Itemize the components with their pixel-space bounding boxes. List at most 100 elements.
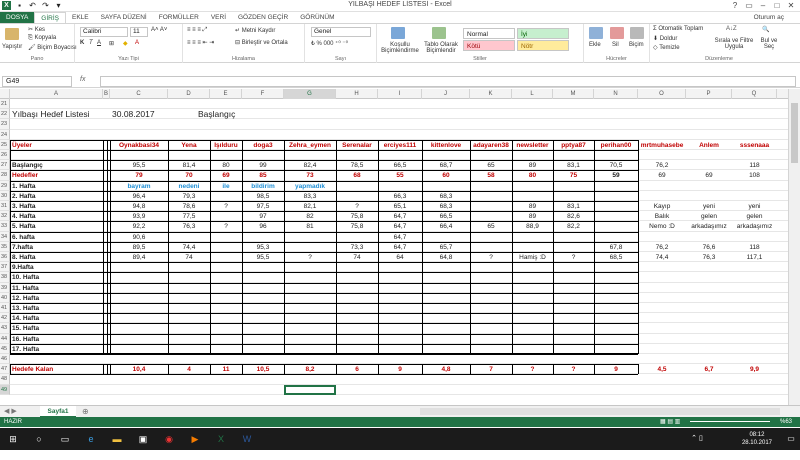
scrollbar-thumb[interactable] xyxy=(791,103,798,163)
format-cells-button[interactable]: Biçim xyxy=(629,42,644,48)
data-cell[interactable] xyxy=(638,182,686,192)
maximize-button[interactable]: □ xyxy=(770,0,784,11)
style-normal[interactable]: Normal xyxy=(463,28,515,39)
column-header-o[interactable]: O xyxy=(638,89,686,99)
cut-button[interactable]: ✂ Kes xyxy=(28,26,45,33)
column-header-h[interactable]: H xyxy=(336,89,378,99)
data-cell[interactable]: 69 xyxy=(686,171,732,181)
view-buttons-icon[interactable]: ▦ ▤ ▥ xyxy=(660,417,680,427)
column-header-i[interactable]: I xyxy=(378,89,422,99)
worksheet-grid[interactable]: 21 22 23 24 25 26 27 28 29 30 31 32 33 34 35 36 37 38 39 40… xyxy=(0,99,788,405)
sort-filter-icon[interactable]: A↓Z xyxy=(726,26,737,32)
help-icon[interactable]: ? xyxy=(728,0,742,11)
tab-insert[interactable]: EKLE xyxy=(66,12,95,23)
data-cell[interactable] xyxy=(686,182,732,192)
conditional-format-button[interactable]: Koşullu Biçimlendirme xyxy=(380,42,420,54)
row-header[interactable]: 31 xyxy=(0,201,10,212)
row-header[interactable]: 22 xyxy=(0,109,10,120)
data-cell[interactable] xyxy=(732,182,777,192)
tab-data[interactable]: VERİ xyxy=(205,12,232,23)
chrome-icon[interactable]: ◉ xyxy=(162,432,176,446)
excel-taskbar-icon[interactable]: X xyxy=(214,432,228,446)
font-color-icon[interactable]: A xyxy=(135,40,139,46)
member-name-cell[interactable]: Anlem xyxy=(686,141,732,151)
notification-icon[interactable]: ▭ xyxy=(784,432,798,446)
conditional-format-icon[interactable] xyxy=(391,27,405,39)
paste-icon[interactable] xyxy=(5,28,19,40)
tab-page-layout[interactable]: SAYFA DÜZENİ xyxy=(95,12,153,23)
data-cell[interactable]: Kayıp xyxy=(638,202,686,212)
data-cell[interactable]: 76,6 xyxy=(686,243,732,253)
data-cell[interactable]: 69 xyxy=(638,171,686,181)
row-header[interactable]: 25 xyxy=(0,139,10,150)
search-icon[interactable]: ○ xyxy=(32,432,46,446)
sort-filter-button[interactable]: Sırala ve Filtre Uygula xyxy=(714,38,754,50)
row-header[interactable]: 39 xyxy=(0,282,10,293)
horizontal-scrollbar[interactable] xyxy=(420,408,780,415)
row-header[interactable]: 33 xyxy=(0,221,10,232)
column-header-j[interactable]: J xyxy=(422,89,470,99)
fill-button[interactable]: ⬇ Doldur xyxy=(653,35,677,42)
font-size-box[interactable]: 11 xyxy=(130,27,148,37)
data-cell[interactable]: gelen xyxy=(686,212,732,222)
data-cell[interactable] xyxy=(638,192,686,202)
member-name-cell[interactable]: mrtmuhasebe xyxy=(638,141,686,151)
media-icon[interactable]: ▶ xyxy=(188,432,202,446)
sheet-nav-icon[interactable]: ◀ ▶ xyxy=(4,407,17,415)
row-header[interactable]: 32 xyxy=(0,211,10,222)
format-cells-icon[interactable] xyxy=(630,27,644,39)
underline-button[interactable]: A xyxy=(97,40,101,46)
row-header[interactable]: 24 xyxy=(0,129,10,140)
tab-home[interactable]: GİRİŞ xyxy=(34,12,66,23)
autosum-button[interactable]: Σ Otomatik Toplam xyxy=(653,26,703,32)
data-cell[interactable]: yeni xyxy=(686,202,732,212)
row-header[interactable]: 23 xyxy=(0,119,10,130)
sign-in-link[interactable]: Oturum aç xyxy=(754,12,784,23)
border-icon[interactable]: ⊞ xyxy=(109,40,114,47)
column-header-m[interactable]: M xyxy=(553,89,594,99)
style-bad[interactable]: Kötü xyxy=(463,40,515,51)
name-box[interactable]: G49 xyxy=(2,76,72,87)
formula-input[interactable] xyxy=(100,76,796,87)
align-top-icon[interactable]: ≡ ≡ ≡ ⤢ xyxy=(187,27,207,34)
column-header-l[interactable]: L xyxy=(512,89,553,99)
column-header-q[interactable]: Q xyxy=(732,89,777,99)
row-header[interactable]: 49 xyxy=(0,384,10,395)
row-header[interactable]: 26 xyxy=(0,150,10,161)
merge-center-button[interactable]: ⊟ Birleştir ve Ortala xyxy=(235,39,288,46)
sheet-date-cell[interactable]: 30.08.2017 xyxy=(110,110,190,120)
align-left-icon[interactable]: ≡ ≡ ≡ ⇤ ⇥ xyxy=(187,39,214,46)
copy-button[interactable]: ⎘ Kopyala xyxy=(28,35,56,42)
data-cell[interactable]: Nemo :D xyxy=(638,222,686,232)
select-all-corner[interactable] xyxy=(0,89,10,99)
bold-button[interactable]: K xyxy=(80,40,84,46)
column-header-f[interactable]: F xyxy=(242,89,284,99)
task-view-icon[interactable]: ▭ xyxy=(58,432,72,446)
system-tray-icon[interactable]: ⌃ ▯ ◖ xyxy=(690,432,704,456)
format-as-table-button[interactable]: Tablo Olarak Biçimlendir xyxy=(423,42,459,54)
row-header[interactable]: 42 xyxy=(0,313,10,324)
row-header[interactable]: 46 xyxy=(0,354,10,365)
delete-cells-icon[interactable] xyxy=(610,27,624,39)
italic-button[interactable]: T xyxy=(89,40,93,46)
column-header-k[interactable]: K xyxy=(470,89,512,99)
start-label-cell[interactable]: Başlangıç xyxy=(196,110,256,120)
data-cell[interactable]: 74,4 xyxy=(638,253,686,263)
format-painter-button[interactable]: 🖌 Biçim Boyacısı xyxy=(28,44,77,51)
data-cell[interactable]: 76,2 xyxy=(638,161,686,171)
minimize-button[interactable]: – xyxy=(756,0,770,11)
row-header[interactable]: 48 xyxy=(0,374,10,385)
find-select-button[interactable]: Bul ve Seç xyxy=(756,38,782,50)
data-cell[interactable] xyxy=(732,192,777,202)
store-icon[interactable]: ▣ xyxy=(136,432,150,446)
row-header[interactable]: 47 xyxy=(0,364,10,375)
tab-review[interactable]: GÖZDEN GEÇİR xyxy=(232,12,294,23)
remaining-cell[interactable]: 4,5 xyxy=(638,365,686,375)
data-cell[interactable]: gelen xyxy=(732,212,777,222)
column-header-g[interactable]: G xyxy=(284,89,336,99)
fill-color-icon[interactable]: ◆ xyxy=(123,40,128,47)
column-header-n[interactable]: N xyxy=(594,89,638,99)
word-taskbar-icon[interactable]: W xyxy=(240,432,254,446)
row-header[interactable]: 43 xyxy=(0,323,10,334)
insert-cells-icon[interactable] xyxy=(589,27,603,39)
